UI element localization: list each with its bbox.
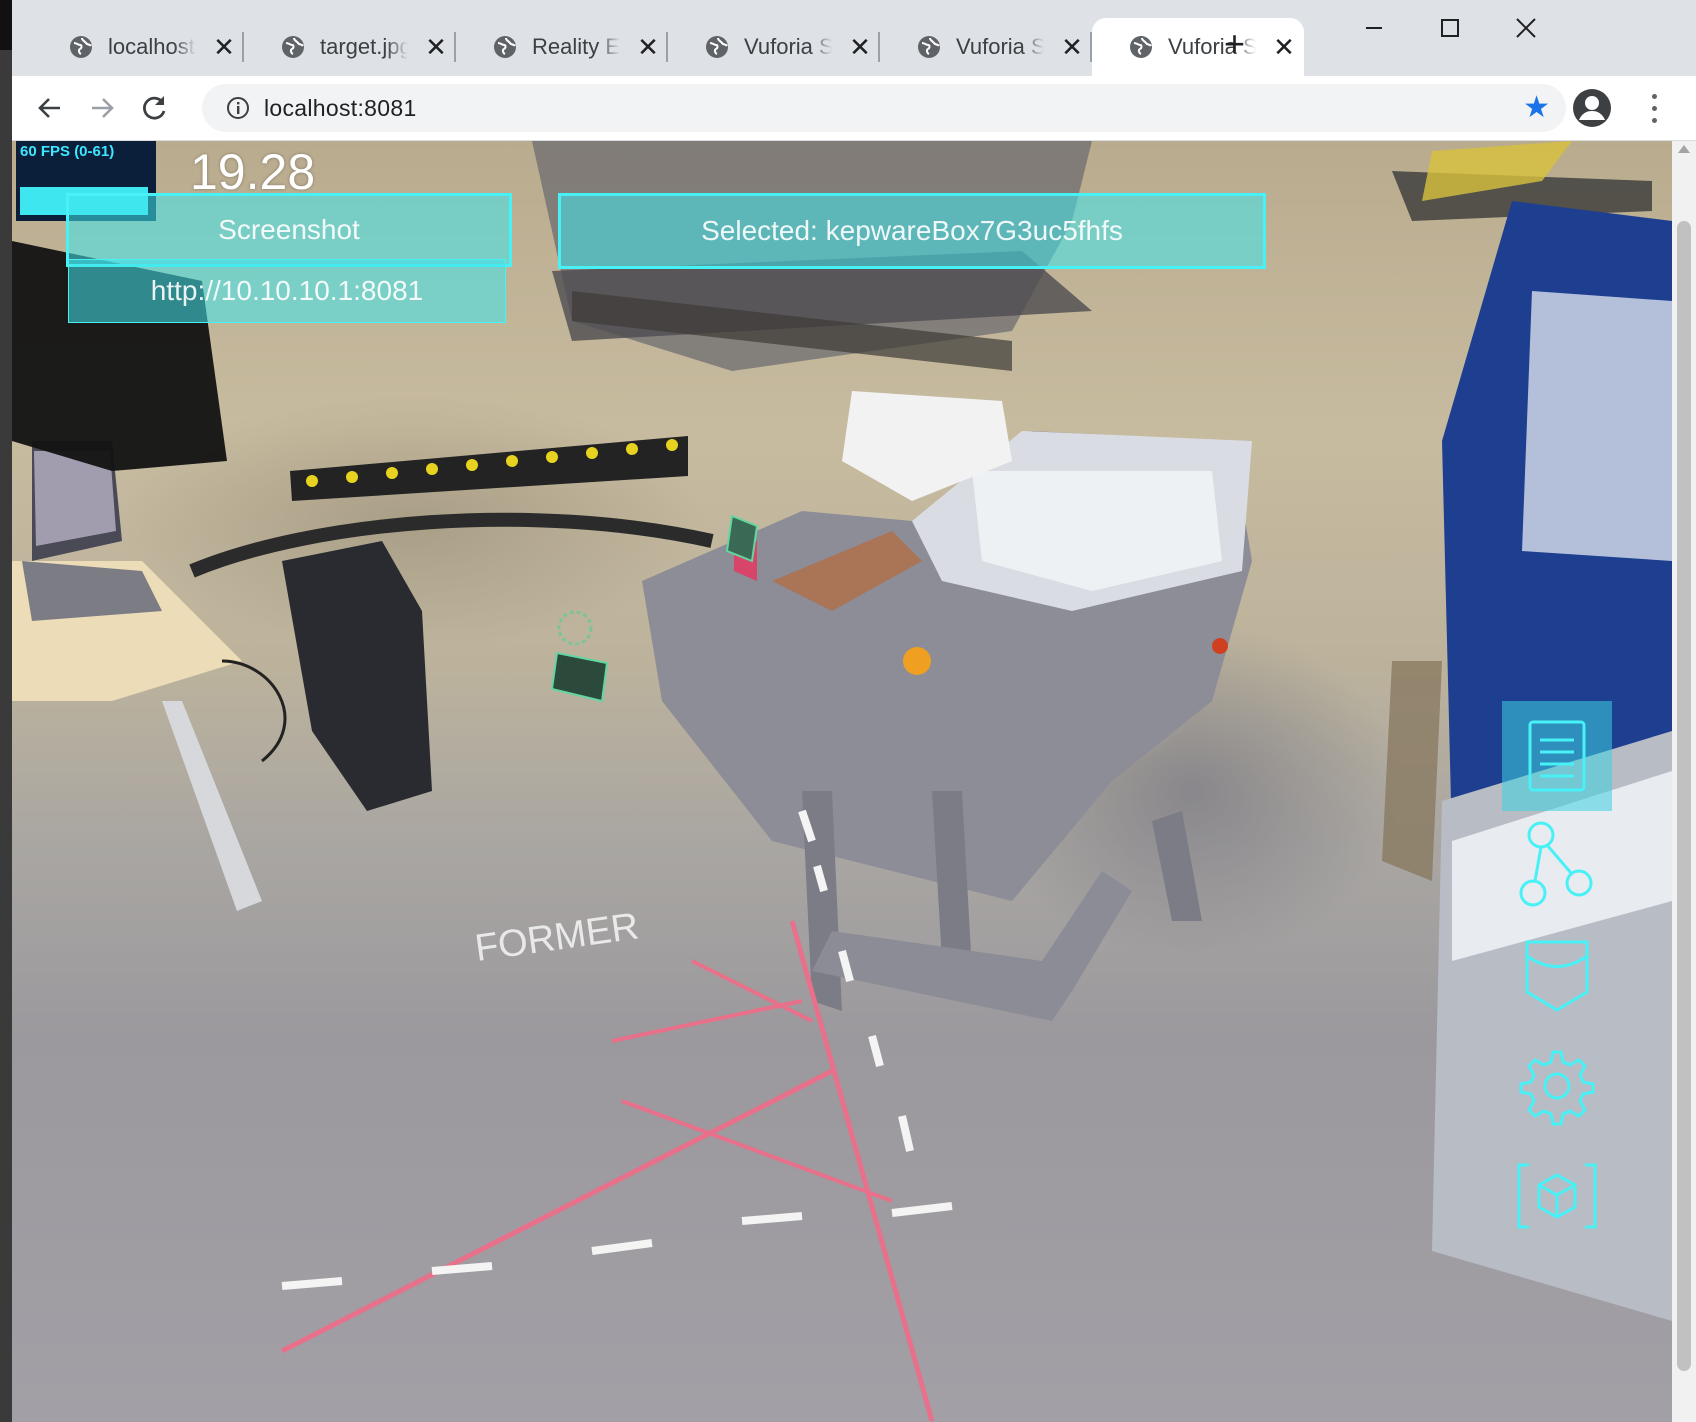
server-url-button[interactable]: http://10.10.10.1:8081 [68, 259, 506, 323]
selected-object-label[interactable]: Selected: kepwareBox7G3uc5fhfs [558, 193, 1266, 269]
desktop-edge [0, 0, 12, 1422]
browser-tab[interactable]: Vuforia Sp✕ [1092, 18, 1304, 76]
arrow-right-icon [92, 98, 114, 118]
globe-icon [706, 36, 728, 58]
forward-button[interactable] [80, 86, 124, 130]
address-url[interactable]: localhost:8081 [264, 95, 417, 122]
fps-label: 60 FPS (0-61) [20, 143, 115, 160]
tab-close-icon[interactable]: ✕ [1272, 32, 1296, 63]
document-list-icon [1528, 720, 1586, 792]
browser-tab[interactable]: Vuforia Sp ✕ [668, 18, 880, 76]
scroll-up-arrow-icon[interactable] [1678, 145, 1690, 153]
back-button[interactable] [28, 86, 72, 130]
globe-icon [494, 36, 516, 58]
globe-icon [918, 36, 940, 58]
maximize-button[interactable] [1420, 8, 1480, 48]
side-menu-pocket[interactable] [1502, 921, 1612, 1031]
browser-tab[interactable]: Vuforia Sp ✕ [880, 18, 1092, 76]
side-menu-settings[interactable] [1502, 1031, 1612, 1141]
tab-title: Reality Edit [532, 34, 620, 59]
reload-icon [143, 96, 166, 120]
minimize-icon [1366, 27, 1382, 29]
side-menu-list[interactable] [1502, 701, 1612, 811]
browser-tab[interactable]: Reality Edit ✕ [456, 18, 668, 76]
new-tab-button[interactable]: + [1224, 24, 1245, 64]
settings-gear-icon [1519, 1050, 1595, 1126]
close-window-button[interactable] [1496, 8, 1556, 48]
tab-strip: localhost✕target.jpg✕Reality Edit✕Vufori… [12, 0, 1696, 76]
pocket-icon [1525, 940, 1589, 1012]
screenshot-button[interactable]: Screenshot [66, 193, 512, 267]
bookmark-star-icon[interactable]: ★ [1523, 92, 1550, 124]
browser-toolbar: localhost:8081 ★ [12, 76, 1696, 141]
floor-marking-text: FORMER [472, 905, 641, 970]
tab-close-icon[interactable]: ✕ [424, 32, 448, 63]
globe-icon [282, 36, 304, 58]
address-bar[interactable]: localhost:8081 ★ [202, 84, 1566, 132]
point-cloud-scene: FORMER [12, 141, 1672, 1422]
desktop-edge-bar [0, 0, 12, 50]
tab-close-icon[interactable]: ✕ [848, 32, 872, 63]
maximize-icon [1441, 19, 1459, 37]
scrollbar-thumb[interactable] [1677, 221, 1691, 1371]
minimize-button[interactable] [1344, 8, 1404, 48]
cube-scan-icon [1517, 1163, 1597, 1229]
tab-title: Vuforia Sp [744, 34, 832, 59]
graph-nodes-icon [1519, 821, 1593, 907]
close-icon [1516, 18, 1536, 38]
reload-button[interactable] [132, 86, 176, 130]
globe-icon [1130, 36, 1152, 58]
arrow-left-icon [38, 98, 60, 118]
tab-title: target.jpg [320, 34, 408, 59]
profile-avatar-icon[interactable] [1572, 88, 1612, 128]
ar-scene-viewport[interactable]: FORMER 60 FPS (0-61) 19.28 Screenshot ht… [12, 141, 1672, 1422]
side-menu-nodes[interactable] [1502, 809, 1612, 919]
tab-close-icon[interactable]: ✕ [212, 32, 236, 63]
browser-window: localhost✕target.jpg✕Reality Edit✕Vufori… [12, 0, 1696, 1422]
menu-dot [1651, 117, 1657, 123]
browser-menu-button[interactable] [1644, 90, 1664, 126]
tab-close-icon[interactable]: ✕ [1060, 32, 1084, 63]
menu-dot [1651, 93, 1657, 99]
tab-close-icon[interactable]: ✕ [636, 32, 660, 63]
site-info-icon[interactable] [226, 96, 250, 120]
tab-title: Vuforia Sp [956, 34, 1044, 59]
browser-tab[interactable]: localhost ✕ [32, 18, 244, 76]
browser-tab[interactable]: target.jpg ✕ [244, 18, 456, 76]
globe-icon [70, 36, 92, 58]
page-scrollbar[interactable] [1672, 141, 1696, 1422]
tab-title: localhost [108, 34, 195, 59]
side-menu-cube[interactable] [1502, 1141, 1612, 1251]
menu-dot [1651, 105, 1657, 111]
